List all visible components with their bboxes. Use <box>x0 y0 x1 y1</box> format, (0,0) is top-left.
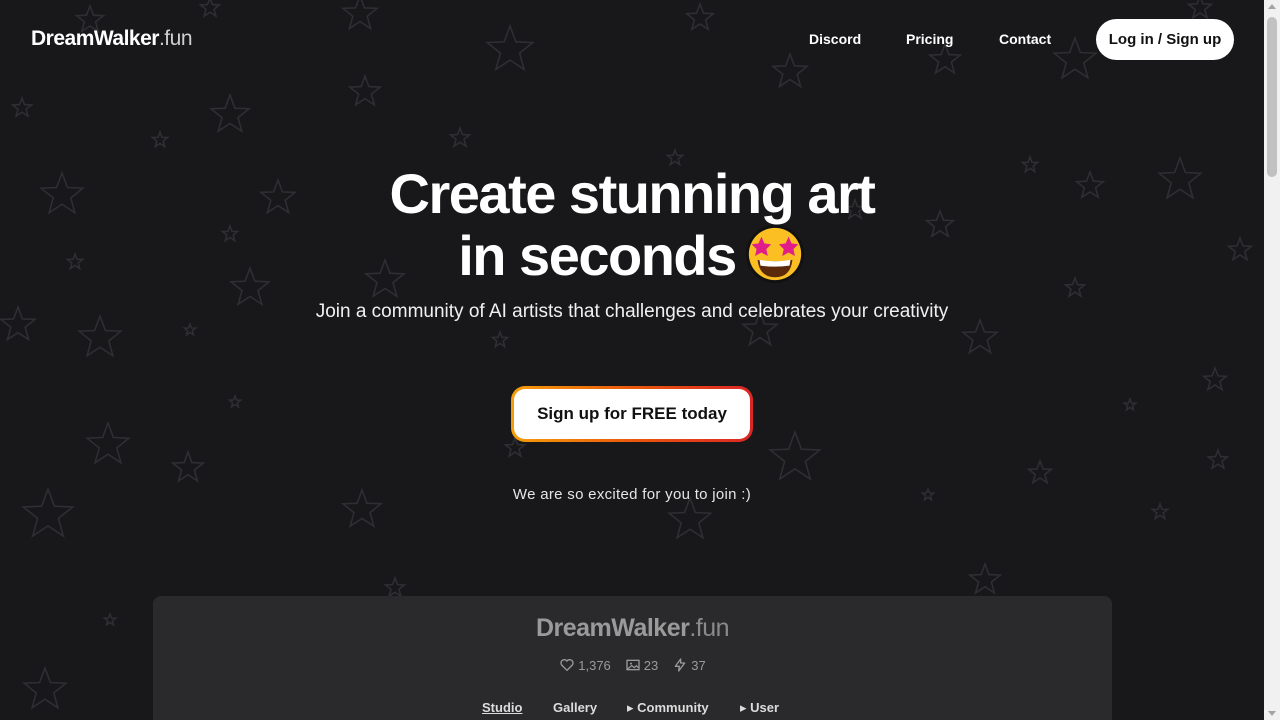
preview-tab-user[interactable]: ▸ User <box>740 700 779 716</box>
nav-pricing[interactable]: Pricing <box>906 31 953 47</box>
star-decoration-icon <box>490 329 510 349</box>
images-stat: 23 <box>625 657 658 673</box>
image-icon <box>626 659 640 671</box>
star-decoration-icon <box>102 611 118 627</box>
site-logo[interactable]: DreamWalker.fun <box>31 27 193 51</box>
signup-free-label: Sign up for FREE today <box>514 389 750 439</box>
likes-stat: 1,376 <box>559 657 611 673</box>
top-navbar: DreamWalker.fun Discord Pricing Contact … <box>0 0 1264 80</box>
star-decoration-icon <box>1026 458 1054 485</box>
preview-tab-studio[interactable]: Studio <box>482 700 522 715</box>
signup-free-button[interactable]: Sign up for FREE today <box>511 386 753 442</box>
star-decoration-icon <box>208 92 252 134</box>
hero-title: Create stunning art in seconds <box>0 165 1264 285</box>
nav-discord[interactable]: Discord <box>809 31 861 47</box>
hero-title-line1: Create stunning art <box>389 162 876 225</box>
hero-title-line2: in seconds <box>458 224 737 287</box>
energy-stat: 37 <box>672 657 706 673</box>
scroll-down-icon[interactable] <box>1268 711 1276 716</box>
star-decoration-icon <box>347 73 383 107</box>
app-preview-panel: DreamWalker.fun 1,376 23 37 Studio Galle… <box>153 596 1112 720</box>
nav-contact[interactable]: Contact <box>999 31 1051 47</box>
star-decoration-icon <box>967 561 1003 595</box>
lightning-icon <box>674 658 686 672</box>
star-decoration-icon <box>150 129 170 149</box>
preview-logo: DreamWalker.fun <box>535 614 730 642</box>
star-decoration-icon <box>182 321 198 337</box>
star-decoration-icon <box>666 495 714 540</box>
star-decoration-icon <box>1150 501 1170 521</box>
star-decoration-icon <box>1206 447 1230 470</box>
star-decoration-icon <box>227 393 243 409</box>
preview-tab-community[interactable]: ▸ Community <box>627 700 709 716</box>
star-decoration-icon <box>383 575 407 598</box>
star-decoration-icon <box>170 449 206 483</box>
star-decoration-icon <box>1201 365 1229 392</box>
star-decoration-icon <box>448 125 472 148</box>
page-scrollbar[interactable] <box>1264 0 1280 720</box>
star-decoration-icon <box>768 429 822 481</box>
star-decoration-icon <box>1122 396 1138 412</box>
heart-icon <box>560 659 574 672</box>
scroll-up-icon[interactable] <box>1268 4 1276 9</box>
star-decoration-icon <box>10 95 34 118</box>
star-decoration-icon <box>84 420 132 465</box>
star-struck-emoji-icon <box>745 224 804 284</box>
login-signup-button[interactable]: Log in / Sign up <box>1096 19 1234 60</box>
hero-subtitle: Join a community of AI artists that chal… <box>315 301 949 322</box>
scrollbar-thumb[interactable] <box>1267 17 1277 177</box>
star-decoration-icon <box>21 665 69 710</box>
excited-note: We are so excited for you to join :) <box>512 486 752 503</box>
preview-stats: 1,376 23 37 <box>153 657 1112 673</box>
preview-tab-gallery[interactable]: Gallery <box>553 700 597 715</box>
star-decoration-icon <box>960 317 1000 355</box>
